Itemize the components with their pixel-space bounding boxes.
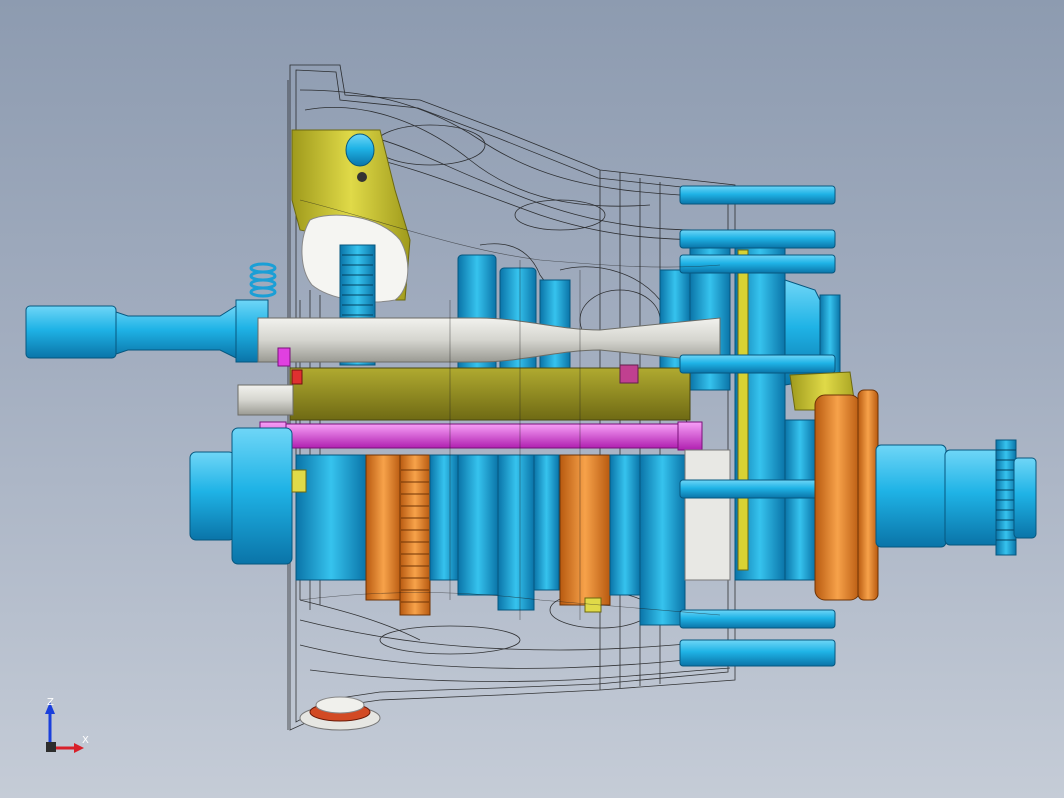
z-axis-label: Z [47, 697, 54, 708]
magenta-block [277, 347, 291, 367]
input-shaft [25, 299, 269, 363]
magenta-block [619, 364, 639, 384]
upper-rod [257, 317, 721, 363]
left-gray-rod [237, 384, 294, 416]
cad-viewport[interactable]: Z X [0, 0, 1064, 798]
output-shaft-left [189, 427, 293, 565]
lower-gear-stack [295, 449, 731, 626]
spring [249, 262, 277, 298]
x-axis-label: X [82, 735, 89, 746]
output-gear [814, 389, 879, 601]
magenta-rod [259, 421, 703, 451]
gearbox-assembly-model[interactable] [0, 0, 1064, 798]
red-block [291, 369, 303, 385]
output-shaft-right [875, 439, 1037, 556]
yellow-block [291, 469, 307, 493]
